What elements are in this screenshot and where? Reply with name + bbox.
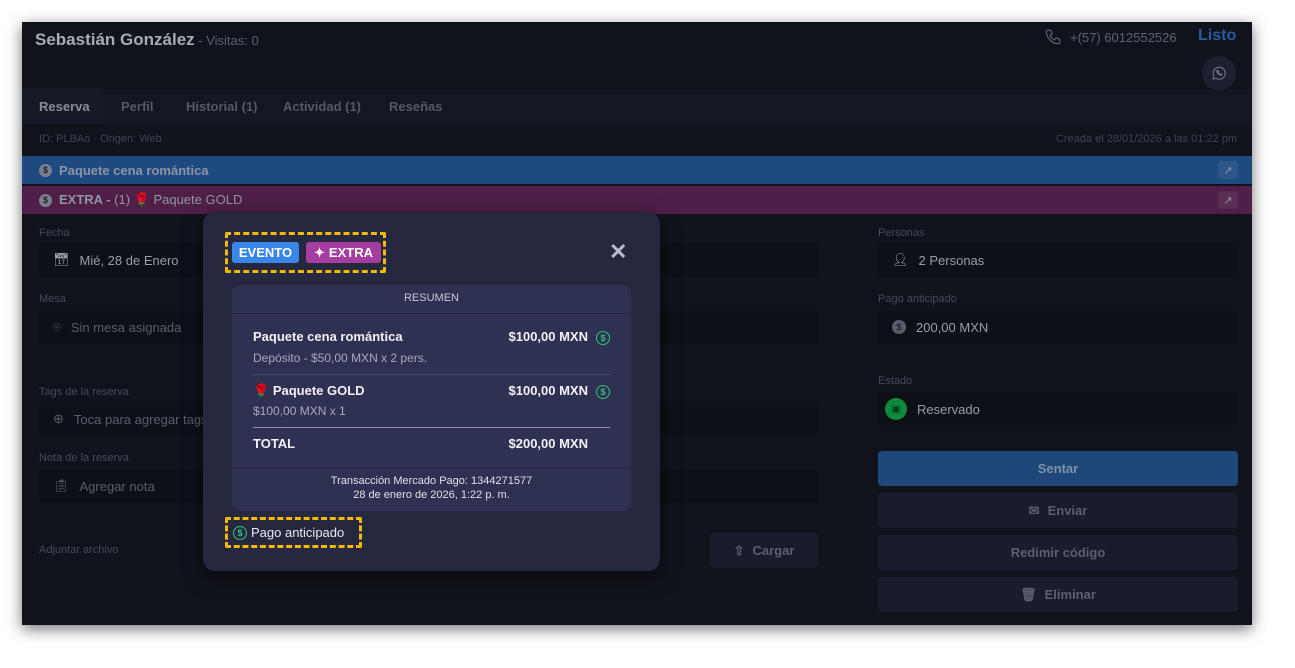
prepayment-field[interactable]: $200,00 MXN	[878, 310, 1238, 344]
table-placeholder: Sin mesa asignada	[70, 319, 182, 335]
total-label: TOTAL	[253, 436, 296, 451]
summary-card: RESUMEN Paquete cena romántica $100,00 M…	[232, 285, 631, 511]
status-select[interactable]: ▣ Reservado	[878, 392, 1238, 426]
tab-reserva[interactable]: Reserva	[39, 99, 90, 114]
mesa-label: Mesa	[39, 293, 66, 305]
done-button[interactable]: Listo	[1198, 27, 1236, 45]
created-date: Creada el 28/01/2026 a las 01:22 pm	[1055, 133, 1237, 145]
visits-count: - Visitas: 0	[194, 33, 259, 48]
note-placeholder: Agregar nota	[79, 478, 155, 494]
item-amount: $100,00 MXN	[508, 383, 589, 398]
prepayment-tag-label: Pago anticipado	[251, 525, 345, 540]
tab-historial[interactable]: Historial (1)	[186, 99, 258, 114]
seat-button[interactable]: Sentar	[878, 451, 1238, 486]
transaction-id: Transacción Mercado Pago: 1344271577	[330, 475, 533, 487]
prepayment-tag: $ Pago anticipado	[233, 525, 344, 540]
upload-icon: ⇧	[733, 542, 745, 558]
send-label: Enviar	[1047, 503, 1088, 518]
people-value: 2 Personas	[918, 252, 985, 268]
dollar-icon: $	[892, 320, 906, 334]
item-detail: $100,00 MXN x 1	[253, 404, 346, 418]
coin-icon: $	[233, 525, 247, 540]
tab-resenas[interactable]: Reseñas	[389, 99, 442, 114]
item-detail: Depósito - $50,00 MXN x 2 pers.	[253, 351, 428, 365]
date-value: Mié, 28 de Enero	[79, 252, 179, 268]
pago-label: Pago anticipado	[878, 293, 957, 305]
tags-placeholder: Toca para agregar tags	[73, 411, 208, 427]
whatsapp-button[interactable]	[1202, 56, 1236, 90]
package-name: Paquete cena romántica	[59, 162, 209, 178]
summary-modal: EVENTO ✦ EXTRA ✕ RESUMEN Paquete cena rom…	[203, 212, 660, 571]
paid-coin-icon: $	[596, 385, 610, 399]
guest-name: Sebastián González - Visitas: 0	[35, 30, 259, 50]
trash-icon: 🗑︎	[1020, 586, 1037, 602]
people-field[interactable]: 👤︎ 2 Personas	[878, 243, 1238, 277]
delete-label: Eliminar	[1044, 587, 1096, 602]
total-amount: $200,00 MXN	[508, 436, 589, 451]
reservation-id: ID: PLBAo · Origen: Web	[39, 133, 162, 145]
table-icon: ⌾	[53, 319, 61, 334]
paid-coin-icon: $	[596, 331, 610, 345]
extra-badge-label: EXTRA	[328, 245, 373, 260]
guest-name-text: Sebastián González	[35, 30, 195, 49]
summary-title: RESUMEN	[232, 285, 631, 314]
rose-icon: 🌹	[253, 383, 270, 398]
tab-perfil[interactable]: Perfil	[121, 99, 154, 114]
phone-icon	[1045, 29, 1061, 45]
sparkle-icon: ✦	[314, 244, 325, 260]
prepayment-value: 200,00 MXN	[916, 319, 989, 335]
open-arrow-icon[interactable]: ↗	[1218, 161, 1238, 179]
tab-actividad[interactable]: Actividad (1)	[283, 99, 361, 114]
extra-prefix: EXTRA -	[59, 192, 111, 207]
fecha-label: Fecha	[39, 227, 70, 239]
extra-badge: ✦ EXTRA	[306, 242, 381, 263]
package-banner[interactable]: $ Paquete cena romántica ↗	[22, 156, 1252, 184]
item-amount: $100,00 MXN	[508, 329, 589, 344]
nota-label: Nota de la reserva	[39, 452, 129, 464]
redeem-code-button[interactable]: Redimir código	[878, 535, 1238, 570]
tags-label: Tags de la reserva	[39, 386, 129, 398]
estado-label: Estado	[878, 375, 913, 387]
person-icon: 👤︎	[892, 252, 909, 267]
phone-number: +(57) 6012552526	[1070, 29, 1177, 45]
upload-button[interactable]: ⇧ Cargar	[710, 533, 818, 568]
clipboard-icon: 📋︎	[53, 478, 70, 493]
send-button[interactable]: ✉ Enviar	[878, 493, 1238, 528]
open-arrow-icon[interactable]: ↗	[1218, 191, 1238, 209]
dollar-icon: $	[39, 163, 52, 177]
divider	[253, 427, 610, 428]
mail-icon: ✉	[1028, 502, 1040, 518]
divider	[253, 374, 610, 375]
divider	[232, 467, 631, 468]
delete-button[interactable]: 🗑︎ Eliminar	[878, 577, 1238, 612]
whatsapp-icon	[1212, 66, 1226, 80]
status-value: Reservado	[917, 401, 980, 417]
extra-banner[interactable]: $ EXTRA - (1) 🌹 Paquete GOLD ↗	[22, 186, 1252, 214]
item-name: Paquete cena romántica	[253, 329, 403, 344]
dollar-icon: $	[39, 193, 52, 207]
transaction-date: 28 de enero de 2026, 1:22 p. m.	[353, 489, 510, 501]
close-icon[interactable]: ✕	[609, 239, 627, 265]
attach-label: Adjuntar archivo	[39, 544, 119, 556]
calendar-icon: 📅︎	[53, 252, 70, 267]
phone-link[interactable]: +(57) 6012552526	[1044, 28, 1177, 46]
extra-name: (1) 🌹 Paquete GOLD	[110, 192, 243, 207]
reserved-icon: ▣	[885, 398, 907, 420]
plus-circle-icon: ⊕	[53, 411, 64, 426]
personas-label: Personas	[878, 227, 925, 239]
upload-label: Cargar	[752, 543, 795, 558]
item-name: Paquete GOLD	[272, 383, 365, 398]
reservation-window: Sebastián González - Visitas: 0 +(57) 60…	[22, 22, 1252, 625]
event-badge: EVENTO	[232, 242, 299, 263]
